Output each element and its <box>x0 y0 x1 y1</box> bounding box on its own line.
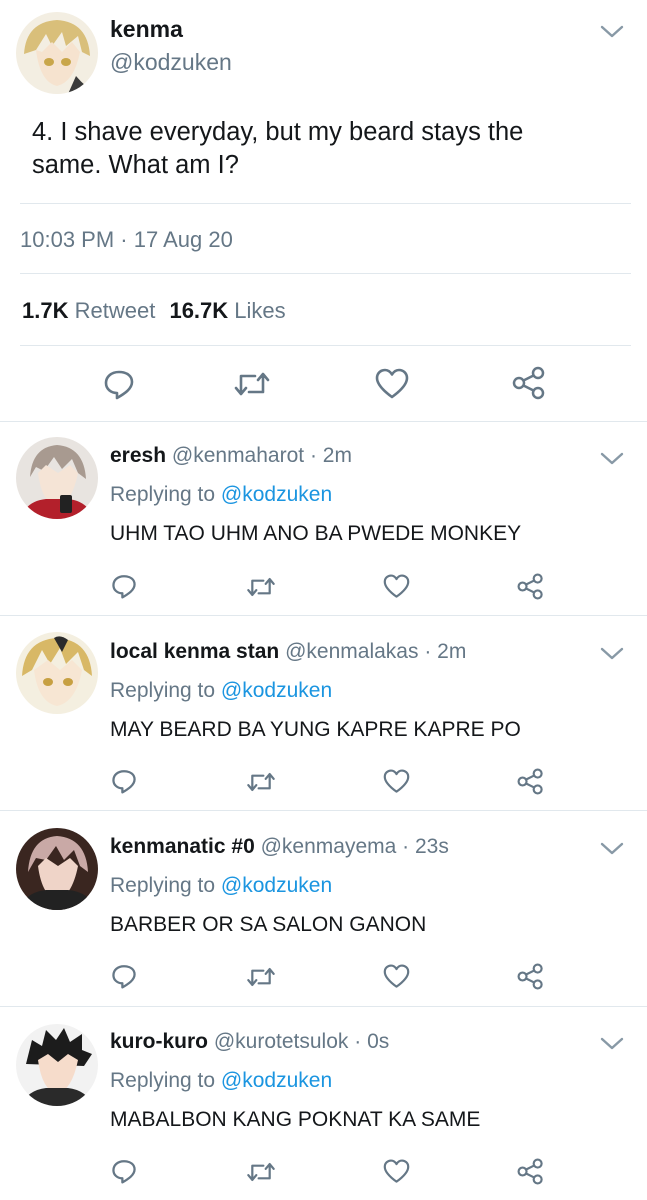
reply-handle[interactable]: @kenmayema <box>261 835 397 858</box>
replying-to-link[interactable]: @kodzuken <box>221 1069 332 1092</box>
reply-avatar[interactable] <box>16 828 98 910</box>
replying-to-label: Replying to <box>110 1069 216 1092</box>
replying-to: Replying to @kodzuken <box>110 874 332 898</box>
replying-to: Replying to @kodzuken <box>110 679 332 703</box>
reply-display-name[interactable]: kenmanatic #0 <box>110 835 255 858</box>
replying-to-link[interactable]: @kodzuken <box>221 483 332 506</box>
reply-text: UHM TAO UHM ANO BA PWEDE MONKEY <box>110 522 522 545</box>
reply-header: kuro-kuro @kurotetsulok · 0s <box>110 1030 389 1054</box>
reply-handle[interactable]: @kenmaharot <box>172 444 304 467</box>
retweet-label[interactable]: Retweet <box>75 298 156 323</box>
reply-display-name[interactable]: kuro-kuro <box>110 1030 208 1053</box>
reply-header: eresh @kenmaharot · 2m <box>110 444 352 468</box>
reply-icon[interactable] <box>103 368 135 400</box>
reply-handle[interactable]: @kurotetsulok <box>214 1030 349 1053</box>
reply-icon[interactable] <box>111 768 137 794</box>
likes-count[interactable]: 16.7K <box>169 298 228 323</box>
share-icon[interactable] <box>517 573 544 600</box>
chevron-down-icon[interactable] <box>599 451 625 467</box>
divider <box>20 345 631 346</box>
reply-text: MABALBON KANG POKNAT KA SAME <box>110 1108 481 1131</box>
divider <box>0 615 647 616</box>
divider <box>0 421 647 422</box>
tweet-text-line-2: same. What am I? <box>32 151 239 179</box>
reply-header: local kenma stan @kenmalakas · 2m <box>110 640 466 664</box>
chevron-down-icon[interactable] <box>599 1036 625 1052</box>
reply-display-name[interactable]: local kenma stan <box>110 640 279 663</box>
replying-to-link[interactable]: @kodzuken <box>221 679 332 702</box>
reply-time[interactable]: · 2m <box>310 444 352 467</box>
reply-display-name[interactable]: eresh <box>110 444 166 467</box>
reply-text: BARBER OR SA SALON GANON <box>110 913 427 936</box>
replying-to: Replying to @kodzuken <box>110 1069 332 1093</box>
reply-avatar[interactable] <box>16 632 98 714</box>
like-icon[interactable] <box>383 1159 410 1184</box>
share-icon[interactable] <box>512 366 546 400</box>
replying-to: Replying to @kodzuken <box>110 483 332 507</box>
reply-time[interactable]: · 2m <box>424 640 466 663</box>
retweet-icon[interactable] <box>246 1159 276 1185</box>
share-icon[interactable] <box>517 768 544 795</box>
replying-to-label: Replying to <box>110 679 216 702</box>
like-icon[interactable] <box>383 964 410 989</box>
like-icon[interactable] <box>383 769 410 794</box>
main-handle[interactable]: @kodzuken <box>110 49 232 76</box>
retweet-icon[interactable] <box>233 368 271 400</box>
reply-handle[interactable]: @kenmalakas <box>285 640 418 663</box>
divider <box>20 273 631 274</box>
replying-to-label: Replying to <box>110 874 216 897</box>
reply-header: kenmanatic #0 @kenmayema · 23s <box>110 835 449 859</box>
retweet-count[interactable]: 1.7K <box>22 298 68 323</box>
tweet-text: 4. I shave everyday, but my beard stays … <box>32 116 523 182</box>
divider <box>0 810 647 811</box>
tweet-timestamp[interactable]: 10:03 PM · 17 Aug 20 <box>20 227 233 253</box>
share-icon[interactable] <box>517 1158 544 1185</box>
chevron-down-icon[interactable] <box>599 24 625 40</box>
replying-to-link[interactable]: @kodzuken <box>221 874 332 897</box>
reply-icon[interactable] <box>111 573 137 599</box>
reply-icon[interactable] <box>111 1158 137 1184</box>
retweet-icon[interactable] <box>246 964 276 990</box>
main-display-name[interactable]: kenma <box>110 16 183 43</box>
share-icon[interactable] <box>517 963 544 990</box>
replying-to-label: Replying to <box>110 483 216 506</box>
chevron-down-icon[interactable] <box>599 646 625 662</box>
divider <box>0 1006 647 1007</box>
retweet-icon[interactable] <box>246 574 276 600</box>
reply-time[interactable]: · 0s <box>354 1030 389 1053</box>
like-icon[interactable] <box>375 368 409 400</box>
reply-avatar[interactable] <box>16 437 98 519</box>
main-avatar[interactable] <box>16 12 98 94</box>
divider <box>20 203 631 204</box>
chevron-down-icon[interactable] <box>599 841 625 857</box>
retweet-icon[interactable] <box>246 769 276 795</box>
tweet-stats: 1.7K Retweet 16.7K Likes <box>22 298 286 324</box>
like-icon[interactable] <box>383 574 410 599</box>
tweet-text-line-1: 4. I shave everyday, but my beard stays … <box>32 118 524 146</box>
reply-text: MAY BEARD BA YUNG KAPRE KAPRE PO <box>110 718 521 741</box>
reply-time[interactable]: · 23s <box>402 835 449 858</box>
reply-avatar[interactable] <box>16 1024 98 1106</box>
likes-label[interactable]: Likes <box>234 298 285 323</box>
reply-icon[interactable] <box>111 963 137 989</box>
